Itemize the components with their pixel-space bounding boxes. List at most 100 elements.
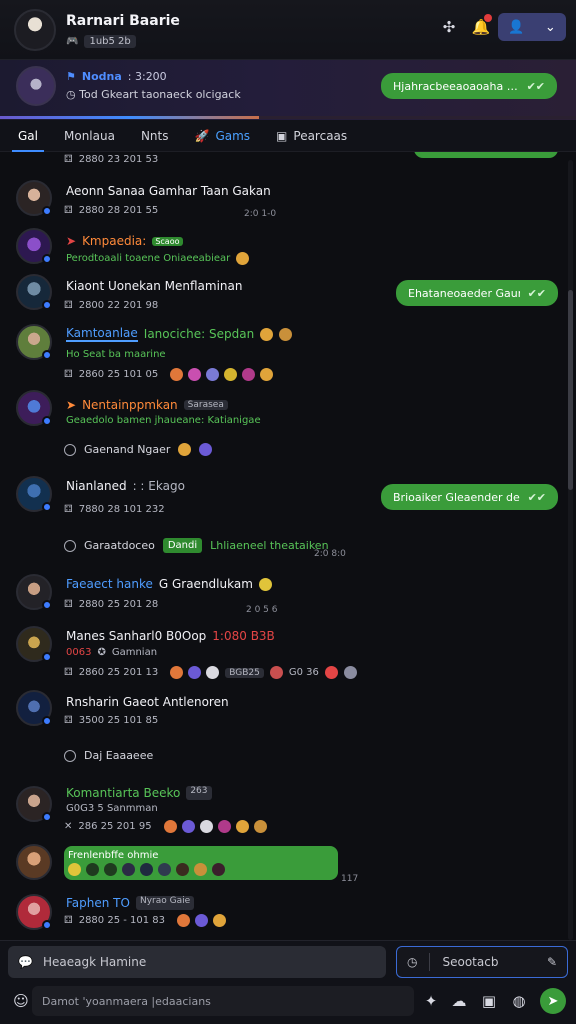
online-status [42,920,52,930]
chat-input[interactable]: Damot 'yoanmaera |edaacians [32,986,414,1016]
reaction-icon[interactable] [158,863,171,876]
row-subtitle-code: 0063 [66,647,92,658]
tab-games[interactable]: 🚀 Gams [195,120,251,152]
reaction-icon[interactable] [188,368,202,381]
system-event-text: Garaatdoceo [84,539,155,552]
tab-notes[interactable]: Nnts [141,120,169,152]
system-event: Gaenand Ngaer [64,443,213,456]
reaction-icon[interactable] [68,863,81,876]
reaction-icon[interactable] [86,863,99,876]
reaction-icon[interactable] [181,820,195,833]
user-name-row: Manes Sanharl0 B0Oop 1:080 B3B [66,629,275,643]
row-meta: ⚃ 2880 25 201 28 [64,599,158,610]
reaction-icon[interactable] [177,914,191,927]
message-bubble[interactable] [414,152,558,158]
reaction-icon[interactable] [170,666,184,679]
profile-avatar[interactable] [14,9,56,51]
tab-presets[interactable]: ▣ Pearcaas [276,120,347,152]
banner-title-highlight: Nodna [81,70,122,83]
tab-bar: Gal Monlaua Nnts 🚀 Gams ▣ Pearcaas [0,120,576,152]
user-name-row: Nianlaned : : Ekago [66,479,185,493]
row-side-time: 117 [341,874,359,884]
banner-message-bubble[interactable]: Hjahracbeeaoaoaha banoan... ✔✔ [381,73,557,99]
tab-messages[interactable]: Monlaua [64,120,115,152]
reaction-icon[interactable] [122,863,135,876]
controller-icon: ⚃ [64,715,73,726]
online-status [42,254,52,264]
gif-icon[interactable]: ▣ [478,990,500,1012]
reaction-icon[interactable] [140,863,153,876]
emoji-icon[interactable]: ☺ [10,990,32,1012]
settings-icon[interactable]: ✣ [438,16,460,38]
globe-icon[interactable]: ◍ [508,990,530,1012]
reaction-icon[interactable] [213,914,227,927]
reaction-icon[interactable] [269,666,283,679]
controller-icon: ⚃ [64,599,73,610]
row-time: 2860 25 101 05 [78,369,159,380]
user-name: Aeonn Sanaa Gamhar Taan Gakan [66,184,271,198]
activity-feed[interactable]: ⚃ 2880 23 201 53 Aeonn Sanaa Gamhar Taan… [0,152,566,942]
reaction-icon[interactable] [188,666,202,679]
reaction-icon[interactable] [235,820,249,833]
medal-icon [279,327,293,341]
row-meta: ⚃ 2860 25 201 13 BGB25 G0 36 [64,666,357,679]
reaction-icon[interactable] [104,863,117,876]
row-meta: ⚃ 2880 28 201 55 [64,205,158,216]
reaction-icon[interactable] [224,368,238,381]
message-bubble[interactable]: Ehataneoaeder Gaunaero ... ✔✔ [396,280,558,306]
row-time: 2880 25 - 101 83 [78,915,166,926]
message-label: Heaeagk Hamine [42,955,147,969]
reaction-icon[interactable] [253,820,267,833]
feed-scrollbar[interactable] [568,160,573,940]
reaction-icon[interactable] [170,368,184,381]
reaction-icon[interactable] [195,914,209,927]
scrollbar-thumb[interactable] [568,290,573,490]
row-time: 3500 25 101 85 [78,715,159,726]
tab-all[interactable]: Gal [12,120,44,152]
search-input[interactable]: ◷ Seootacb ✎ [396,946,568,978]
reaction-icon[interactable] [206,666,220,679]
user-name-row: Kamtoanlae Ianociche: Sepdan [66,326,293,342]
reaction-icon[interactable] [194,863,207,876]
divider [429,953,431,971]
user-name-row: ➤ Kmpaedia: Scaoo [66,234,183,248]
friends-menu-button[interactable]: 👤 ⌄ [498,13,566,41]
avatar[interactable] [16,844,52,880]
user-name: Komantiarta Beeko [66,786,181,800]
reaction-icon[interactable] [206,368,220,381]
user-name-row: Faphen TO Nyrao Gaie [66,896,195,910]
reaction-icon[interactable] [324,666,338,679]
reaction-icon[interactable] [199,820,213,833]
clock-icon: ◷ [66,88,76,101]
user-status-text: G Graendlukam [158,577,253,591]
clock-icon [64,749,76,762]
online-status [42,652,52,662]
achievement-icon [178,443,192,456]
reaction-icon[interactable] [242,368,256,381]
message-bubble[interactable]: Brioaiker Gleaender deabl(P... ✔✔ [381,484,558,510]
banner-avatar [16,66,56,106]
row-meta: ✕ 286 25 201 95 [64,820,267,833]
reaction-icon[interactable] [260,368,274,381]
bubble-text: Brioaiker Gleaender deabl(P... [393,490,520,504]
message-button[interactable]: 💬 Heaeagk Hamine [8,946,386,978]
event-detail: Lhliaeneel theataiken [210,539,329,552]
profile-tag: 1ub5 2b [84,35,136,48]
sticker-icon[interactable]: ☁ [448,990,470,1012]
gift-icon[interactable]: ✦ [420,990,442,1012]
arrow-icon: ➤ [66,398,77,412]
reaction-icon[interactable] [163,820,177,833]
controller-icon: ⚃ [64,205,73,216]
reaction-icon[interactable] [212,863,225,876]
row-meta: ⚃ 2860 25 101 05 [64,368,274,381]
message-bubble[interactable]: Frenlenbffe ohmie [64,846,338,880]
flag-icon: ➤ [66,234,77,248]
clock-icon [64,443,76,456]
send-button[interactable]: ➤ [540,988,566,1014]
reaction-icon[interactable] [217,820,231,833]
reaction-icon[interactable] [343,666,357,679]
banner-title: ⚑ Nodna : 3:200 [66,70,167,83]
reaction-icon[interactable] [176,863,189,876]
user-name: Kmpaedia: [82,234,147,248]
controller-icon: ⚃ [64,504,73,515]
